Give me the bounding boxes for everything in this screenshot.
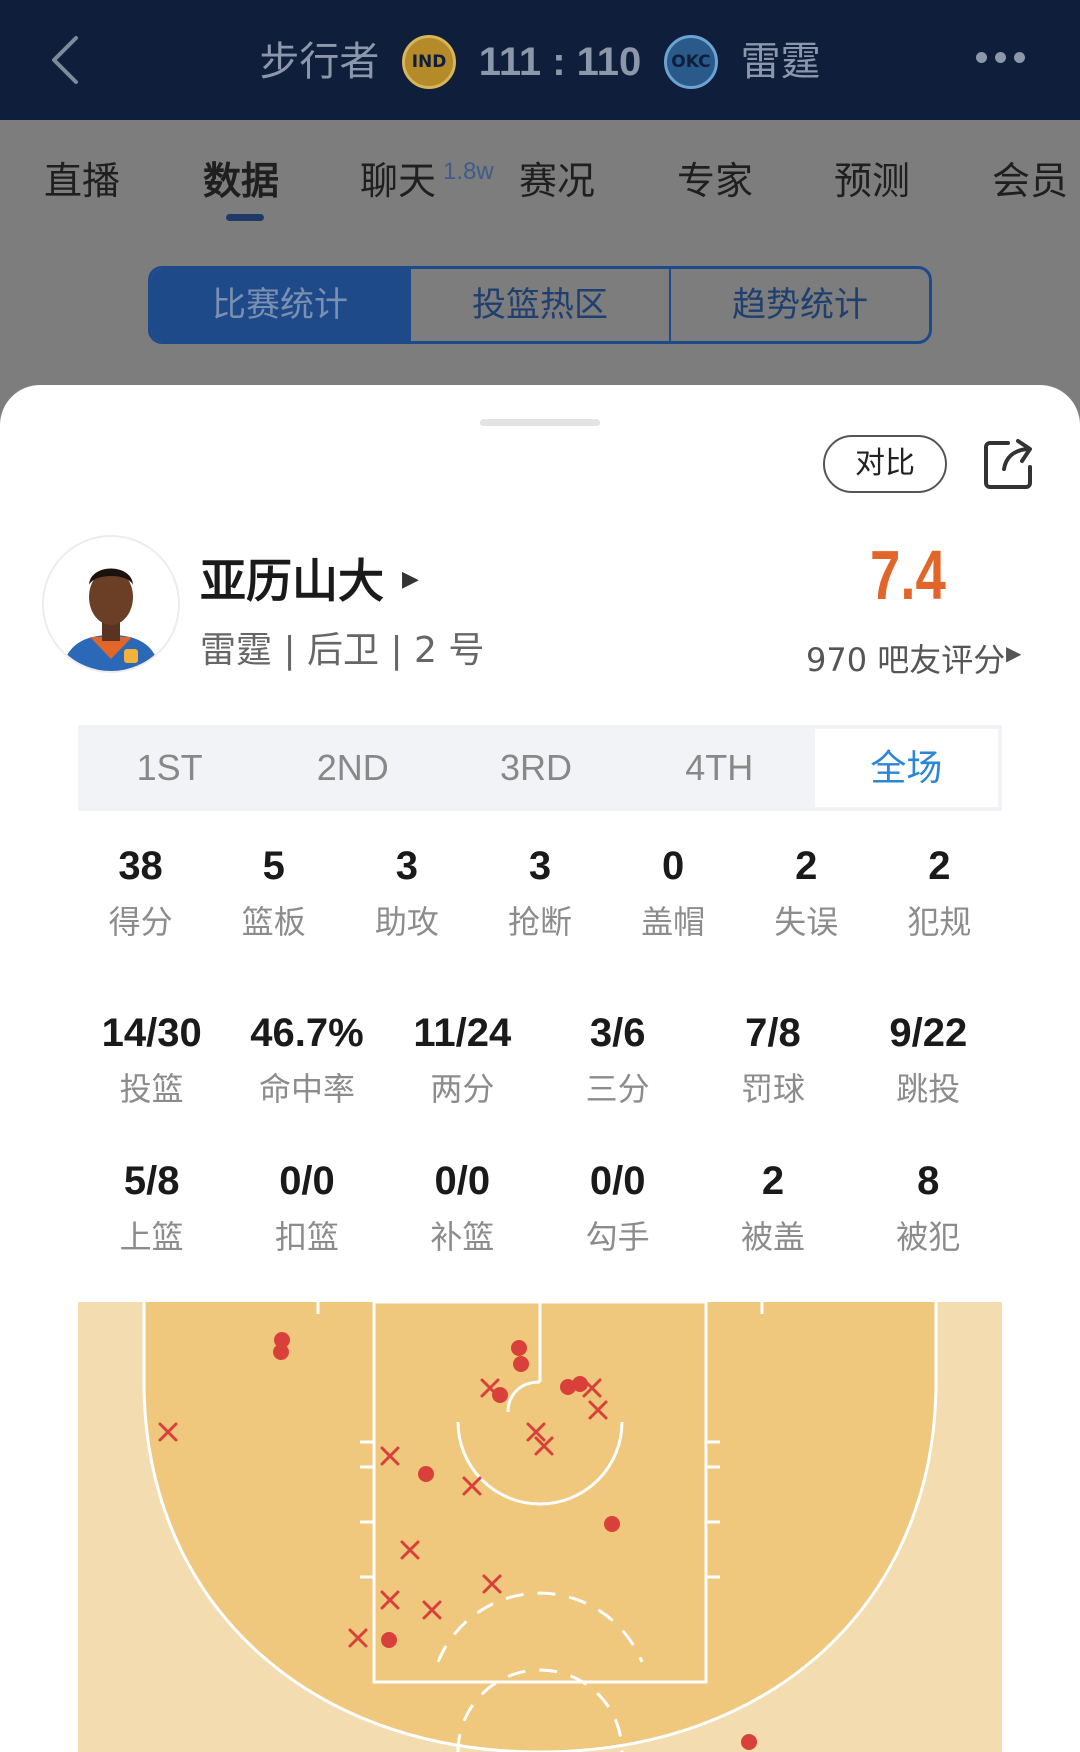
game-score: 111 : 110 bbox=[478, 40, 642, 84]
stat-free-throws: 7/8 罚球 bbox=[740, 1011, 805, 1108]
stat-points: 38 得分 bbox=[108, 844, 173, 941]
stats-segmented-control: 比赛统计 投篮热区 趋势统计 bbox=[148, 266, 932, 344]
made-shot-marker bbox=[511, 1340, 527, 1356]
stat-dunks: 0/0 扣篮 bbox=[274, 1159, 339, 1256]
quarter-tab-3rd[interactable]: 3RD bbox=[444, 725, 627, 811]
player-name[interactable]: 亚历山大 bbox=[200, 545, 384, 611]
active-tab-indicator bbox=[226, 214, 264, 221]
rating-count-link[interactable]: 970 吧友评分 bbox=[806, 635, 1005, 681]
stat-blocked: 2 被盖 bbox=[740, 1159, 805, 1256]
quarter-tab-full[interactable]: 全场 bbox=[814, 729, 999, 807]
basic-stats-row: 38 得分 5 篮板 3 助攻 3 抢断 0 盖帽 2 失误 2 犯规 bbox=[74, 843, 1006, 941]
segment-shot-zones[interactable]: 投篮热区 bbox=[411, 269, 671, 341]
tab-chat[interactable]: 聊天 bbox=[360, 150, 436, 205]
made-shot-marker bbox=[381, 1632, 397, 1648]
stat-layups: 5/8 上篮 bbox=[119, 1159, 184, 1256]
player-avatar[interactable] bbox=[42, 535, 180, 673]
quarter-selector: 1ST 2ND 3RD 4TH 全场 bbox=[78, 725, 1002, 811]
thunder-logo-icon: OKC bbox=[663, 35, 718, 89]
stat-tip-ins: 0/0 补篮 bbox=[430, 1159, 495, 1256]
stat-steals: 3 抢断 bbox=[507, 844, 572, 941]
stat-fouled: 8 被犯 bbox=[896, 1159, 961, 1256]
chat-count-badge: 1.8w bbox=[443, 158, 494, 185]
player-meta: 雷霆 | 后卫 | 2 号 bbox=[200, 630, 485, 671]
tab-live[interactable]: 直播 bbox=[44, 150, 120, 205]
compare-button[interactable]: 对比 bbox=[823, 435, 947, 493]
tab-member[interactable]: 会员 bbox=[992, 150, 1068, 205]
shooting-stats-row: 14/30 投篮 46.7% 命中率 11/24 两分 3/6 三分 7/8 罚球 9/2… bbox=[74, 1010, 1006, 1108]
made-shot-marker bbox=[273, 1344, 289, 1360]
tab-prediction[interactable]: 预测 bbox=[834, 150, 910, 205]
stat-blocks: 0 盖帽 bbox=[641, 844, 706, 941]
shot-chart-court bbox=[78, 1302, 1002, 1752]
segment-game-stats[interactable]: 比赛统计 bbox=[151, 269, 411, 341]
quarter-tab-4th[interactable]: 4TH bbox=[628, 725, 811, 811]
made-shot-marker bbox=[741, 1734, 757, 1750]
segment-trend-stats[interactable]: 趋势统计 bbox=[671, 269, 929, 341]
made-shot-marker bbox=[604, 1516, 620, 1532]
quarter-tab-2nd[interactable]: 2ND bbox=[261, 725, 444, 811]
stat-fg-percentage: 46.7% 命中率 bbox=[250, 1011, 364, 1108]
stat-hook-shots: 0/0 勾手 bbox=[585, 1159, 650, 1256]
stat-jump-shots: 9/22 跳投 bbox=[889, 1011, 968, 1108]
made-shot-marker bbox=[492, 1387, 508, 1403]
home-team-name: 步行者 bbox=[259, 39, 380, 85]
tab-experts[interactable]: 专家 bbox=[677, 150, 753, 205]
quarter-tab-1st[interactable]: 1ST bbox=[78, 725, 261, 811]
share-icon[interactable] bbox=[982, 437, 1036, 491]
shot-type-stats-row: 5/8 上篮 0/0 扣篮 0/0 补篮 0/0 勾手 2 被盖 8 被犯 bbox=[74, 1158, 1006, 1256]
made-shot-marker bbox=[513, 1356, 529, 1372]
stat-three-pointers: 3/6 三分 bbox=[585, 1011, 650, 1108]
player-detail-sheet: 对比 亚历山大 ▶ 雷霆 | 后卫 | 2 号 7.4 970 吧友评分 ▶ 1… bbox=[0, 385, 1080, 1752]
away-team-name: 雷霆 bbox=[740, 39, 821, 85]
tab-data[interactable]: 数据 bbox=[203, 150, 279, 205]
stat-fouls: 2 犯规 bbox=[907, 844, 972, 941]
scoreboard: 步行者 IND 111 : 110 OKC 雷霆 bbox=[0, 30, 1080, 90]
tab-game-status[interactable]: 赛况 bbox=[519, 150, 595, 205]
pacers-logo-icon: IND bbox=[402, 35, 457, 89]
more-dots-icon[interactable] bbox=[976, 48, 1036, 68]
stat-field-goals: 14/30 投篮 bbox=[101, 1011, 202, 1108]
stat-assists: 3 助攻 bbox=[374, 844, 439, 941]
made-shot-marker bbox=[418, 1466, 434, 1482]
stat-turnovers: 2 失误 bbox=[774, 844, 839, 941]
made-shot-marker bbox=[572, 1376, 588, 1392]
stat-two-pointers: 11/24 两分 bbox=[413, 1011, 512, 1108]
play-arrow-icon[interactable]: ▶ bbox=[402, 567, 419, 592]
play-arrow-icon[interactable]: ▶ bbox=[1006, 641, 1021, 665]
sheet-drag-handle[interactable] bbox=[480, 419, 600, 426]
stat-rebounds: 5 篮板 bbox=[241, 844, 306, 941]
game-header: 步行者 IND 111 : 110 OKC 雷霆 bbox=[0, 0, 1080, 120]
player-rating: 7.4 bbox=[870, 536, 946, 614]
